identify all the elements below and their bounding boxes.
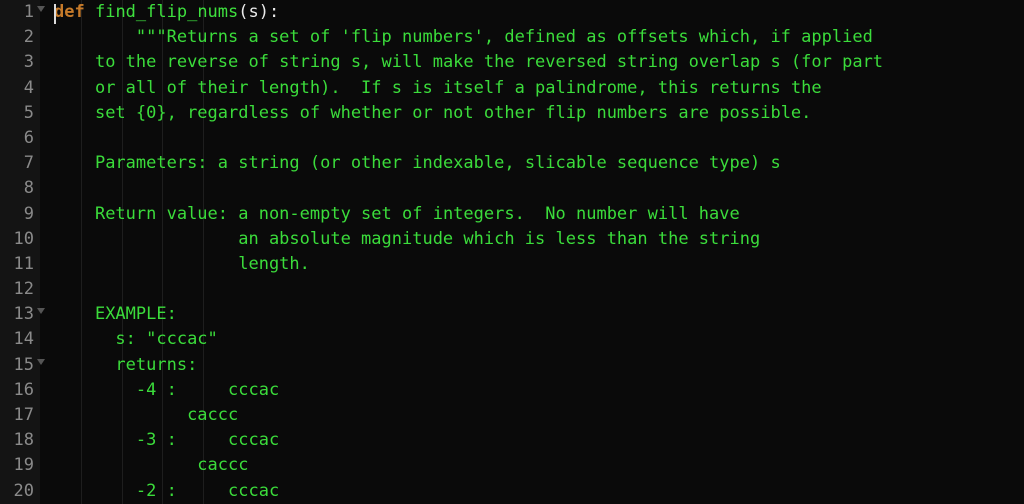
code-line[interactable]: [54, 176, 1024, 201]
code-line[interactable]: or all of their length). If s is itself …: [54, 76, 1024, 101]
docstring-text: set {0}, regardless of whether or not ot…: [95, 103, 811, 123]
code-line[interactable]: caccc: [54, 453, 1024, 478]
line-number: 13: [4, 302, 34, 327]
line-number: 10: [4, 227, 34, 252]
line-number: 6: [4, 126, 34, 151]
docstring-text: an absolute magnitude which is less than…: [238, 229, 760, 249]
line-number: 2: [4, 25, 34, 50]
docstring-text: Return value: a non-empty set of integer…: [95, 204, 740, 224]
code-line[interactable]: length.: [54, 252, 1024, 277]
docstring-text: s: "cccac": [115, 329, 217, 349]
paren-open: (: [238, 2, 248, 22]
line-number: 9: [4, 202, 34, 227]
docstring-text: EXAMPLE:: [95, 304, 177, 324]
docstring-text: returns:: [115, 355, 197, 375]
line-number: 18: [4, 428, 34, 453]
code-line[interactable]: s: "cccac": [54, 327, 1024, 352]
docstring-text: -2 : cccac: [136, 481, 279, 501]
line-number: 17: [4, 403, 34, 428]
code-line[interactable]: EXAMPLE:: [54, 302, 1024, 327]
code-line[interactable]: [54, 126, 1024, 151]
line-number: 19: [4, 453, 34, 478]
docstring-text: caccc: [197, 455, 248, 475]
line-number: 16: [4, 378, 34, 403]
line-number: 7: [4, 151, 34, 176]
code-area[interactable]: def find_flip_nums(s): """Returns a set …: [40, 0, 1024, 504]
code-line[interactable]: to the reverse of string s, will make th…: [54, 50, 1024, 75]
line-number: 11: [4, 252, 34, 277]
line-number: 14: [4, 327, 34, 352]
line-number: 8: [4, 176, 34, 201]
docstring-text: """Returns a set of 'flip numbers', defi…: [136, 27, 873, 47]
docstring-text: Parameters: a string (or other indexable…: [95, 153, 781, 173]
code-line[interactable]: -3 : cccac: [54, 428, 1024, 453]
code-line[interactable]: def find_flip_nums(s):: [54, 0, 1024, 25]
line-number: 20: [4, 479, 34, 504]
code-line[interactable]: set {0}, regardless of whether or not ot…: [54, 101, 1024, 126]
docstring-text: caccc: [187, 405, 238, 425]
line-number: 15: [4, 353, 34, 378]
line-number: 3: [4, 50, 34, 75]
code-line[interactable]: -4 : cccac: [54, 378, 1024, 403]
text-cursor: [54, 4, 56, 24]
docstring-text: or all of their length). If s is itself …: [95, 78, 822, 98]
code-line[interactable]: Return value: a non-empty set of integer…: [54, 202, 1024, 227]
code-line[interactable]: Parameters: a string (or other indexable…: [54, 151, 1024, 176]
code-line[interactable]: caccc: [54, 403, 1024, 428]
code-line[interactable]: """Returns a set of 'flip numbers', defi…: [54, 25, 1024, 50]
code-line[interactable]: returns:: [54, 353, 1024, 378]
line-number: 5: [4, 101, 34, 126]
function-name: find_flip_nums: [95, 2, 238, 22]
line-number: 1: [4, 0, 34, 25]
colon: :: [269, 2, 279, 22]
line-number: 4: [4, 76, 34, 101]
docstring-text: to the reverse of string s, will make th…: [95, 52, 883, 72]
line-number-gutter: 1234567891011121314151617181920: [0, 0, 40, 504]
keyword-def: def: [54, 2, 85, 22]
docstring-text: -3 : cccac: [136, 430, 279, 450]
parameter: s: [249, 2, 259, 22]
code-line[interactable]: [54, 277, 1024, 302]
docstring-text: -4 : cccac: [136, 380, 279, 400]
code-editor[interactable]: 1234567891011121314151617181920 def find…: [0, 0, 1024, 504]
code-line[interactable]: an absolute magnitude which is less than…: [54, 227, 1024, 252]
docstring-text: length.: [238, 254, 310, 274]
code-line[interactable]: -2 : cccac: [54, 479, 1024, 504]
paren-close: ): [259, 2, 269, 22]
line-number: 12: [4, 277, 34, 302]
